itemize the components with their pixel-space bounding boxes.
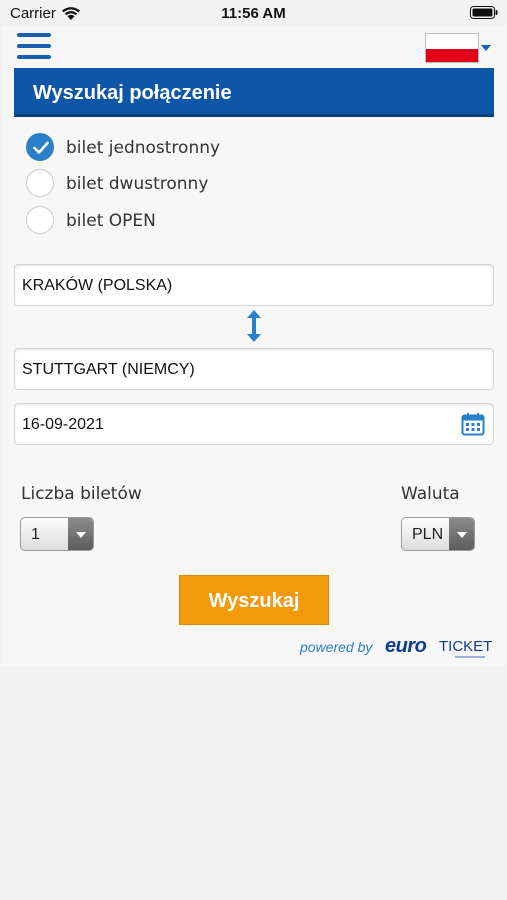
to-value: STUTTGART (NIEMCY) bbox=[22, 361, 195, 378]
page-title: Wyszukaj połączenie bbox=[33, 82, 232, 104]
chevron-down-icon bbox=[449, 518, 474, 550]
radio-open[interactable]: bilet OPEN bbox=[26, 206, 286, 236]
tickets-count-value: 1 bbox=[31, 526, 40, 543]
poland-flag-icon bbox=[425, 33, 479, 63]
swap-arrows-icon[interactable] bbox=[244, 309, 264, 343]
hamburger-menu-icon[interactable] bbox=[17, 31, 51, 61]
section-banner: Wyszukaj połączenie bbox=[14, 68, 494, 117]
radio-label: bilet dwustronny bbox=[66, 174, 209, 194]
from-field[interactable]: KRAKÓW (POLSKA) bbox=[14, 264, 494, 306]
currency-value: PLN bbox=[412, 526, 444, 543]
radio-unchecked-icon bbox=[26, 169, 54, 197]
currency-label: Waluta bbox=[401, 484, 460, 504]
currency-select[interactable]: PLN bbox=[401, 517, 475, 551]
radio-return[interactable]: bilet dwustronny bbox=[26, 169, 286, 199]
chevron-down-icon bbox=[481, 45, 491, 51]
radio-label: bilet jednostronny bbox=[66, 138, 221, 158]
search-button[interactable]: Wyszukaj bbox=[179, 575, 329, 625]
clock: 11:56 AM bbox=[221, 5, 286, 22]
tickets-count-select[interactable]: 1 bbox=[20, 517, 94, 551]
radio-unchecked-icon bbox=[26, 206, 54, 234]
language-selector[interactable] bbox=[425, 33, 493, 63]
status-bar: Carrier 11:56 AM bbox=[0, 0, 507, 26]
euroticket-logo[interactable]: euro TICKET bbox=[385, 635, 492, 663]
from-value: KRAKÓW (POLSKA) bbox=[22, 277, 173, 294]
battery-icon bbox=[470, 6, 498, 19]
logo-text-bold: euro bbox=[385, 635, 427, 657]
logo-text: TICKET bbox=[439, 638, 493, 655]
logo-underline bbox=[455, 656, 485, 658]
to-field[interactable]: STUTTGART (NIEMCY) bbox=[14, 348, 494, 390]
radio-label: bilet OPEN bbox=[66, 211, 156, 231]
radio-one-way[interactable]: bilet jednostronny bbox=[26, 133, 286, 163]
date-value: 16-09-2021 bbox=[22, 416, 104, 433]
tickets-count-label: Liczba biletów bbox=[21, 484, 142, 504]
app-screen bbox=[2, 26, 505, 666]
radio-checked-icon bbox=[26, 133, 54, 161]
calendar-icon[interactable] bbox=[461, 412, 485, 436]
date-field[interactable]: 16-09-2021 bbox=[14, 403, 494, 445]
powered-by-label: powered by bbox=[300, 639, 373, 655]
chevron-down-icon bbox=[68, 518, 93, 550]
search-button-label: Wyszukaj bbox=[208, 590, 300, 612]
